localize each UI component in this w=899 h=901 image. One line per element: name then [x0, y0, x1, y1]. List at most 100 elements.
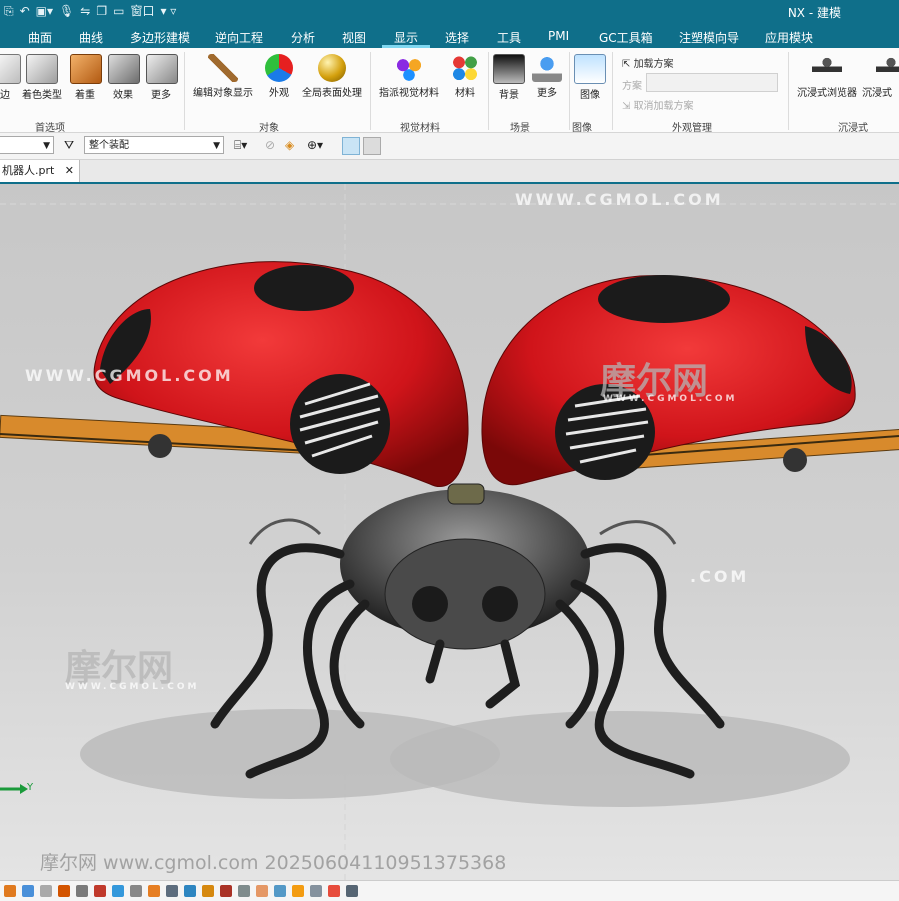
trim-icon[interactable] [292, 885, 304, 897]
title-bar: ⎘ ↶ ▣▾ 🎙 ⇋ ❐ ▭ 窗口 ▾ ▿ NX - 建模 [0, 0, 899, 24]
global-surface-label: 全局表面处理 [302, 88, 362, 99]
immersive-browser-label: 沉浸式浏览器 [797, 88, 857, 99]
menu-item-curve[interactable]: 曲线 [79, 29, 103, 46]
selection-cube-icon[interactable]: ◈ [285, 138, 294, 152]
deselect-icon[interactable]: ⊘ [265, 138, 275, 152]
shade-button[interactable]: 着重 [70, 54, 102, 101]
shaded-toggle-icon[interactable] [363, 137, 381, 155]
select-component-icon[interactable]: ⌸▾ [234, 138, 247, 153]
chevron-down-icon[interactable]: ▾ ▿ [160, 3, 176, 19]
snap-point-icon[interactable]: ⊕▾ [307, 138, 323, 152]
filter-icon[interactable]: ⛛ [64, 138, 74, 153]
load-scheme-button[interactable]: ⇱ 加载方案 [622, 55, 674, 70]
measure-icon[interactable] [328, 885, 340, 897]
mirror-icon[interactable] [184, 885, 196, 897]
intersect-icon[interactable] [238, 885, 250, 897]
menu-item-selection[interactable]: 选择 [445, 29, 469, 46]
effects-cube-icon [108, 54, 140, 84]
window-menu-icon[interactable]: ▭ [113, 3, 124, 19]
offset-icon[interactable] [256, 885, 268, 897]
undo-icon[interactable]: ↶ [20, 3, 30, 19]
save-icon[interactable]: ⎘ [4, 3, 14, 19]
shading-type-button[interactable]: 着色类型 [22, 54, 62, 101]
appearance-button[interactable]: 外观 [262, 54, 296, 99]
wireframe-toggle-icon[interactable] [342, 137, 360, 155]
shading-type-label: 着色类型 [22, 90, 62, 101]
menu-item-view[interactable]: 视图 [342, 29, 366, 46]
subtract-icon[interactable] [220, 885, 232, 897]
light-sphere-icon [532, 54, 562, 82]
chamfer-icon[interactable] [130, 885, 142, 897]
type-filter-select[interactable]: ▼ [0, 136, 54, 154]
extrude-icon[interactable] [58, 885, 70, 897]
watermark-text: WWW.CGMOL.COM [65, 682, 200, 692]
watermark-text: WWW.CGMOL.COM [25, 366, 234, 385]
window-switch-icon[interactable]: ❐ [96, 3, 107, 19]
menu-item-reverse-engineering[interactable]: 逆向工程 [215, 29, 263, 46]
gradient-background-icon [493, 54, 525, 84]
unload-scheme-button[interactable]: ⇲ 取消加载方案 [622, 97, 694, 112]
material-spheres-icon [394, 54, 424, 82]
immersive-button[interactable]: 沉浸式 [862, 54, 899, 99]
effects-button[interactable]: 效果 [108, 54, 140, 101]
robot-face [384, 538, 546, 650]
motor-hub-right [783, 448, 807, 472]
group-label-visual-material: 视觉材料 [400, 123, 440, 134]
edit-object-display-button[interactable]: 编辑对象显示 [192, 54, 254, 99]
edge-button-label: 边 [0, 90, 10, 101]
hole-icon[interactable] [94, 885, 106, 897]
watermark-text: WWW.CGMOL.COM [603, 394, 738, 404]
draft-icon[interactable] [274, 885, 286, 897]
background-button[interactable]: 背景 [492, 54, 526, 101]
shell-icon[interactable] [148, 885, 160, 897]
more-label: 更多 [151, 90, 171, 101]
menu-item-applications[interactable]: 应用模块 [765, 29, 813, 46]
section-icon[interactable] [346, 885, 358, 897]
more-cube-icon [146, 54, 178, 84]
image-button[interactable]: 图像 [573, 54, 607, 101]
assembly-scope-value: 整个装配 [89, 140, 129, 151]
more-scene-button[interactable]: 更多 [530, 54, 564, 99]
menu-item-display[interactable]: 显示 [394, 29, 418, 46]
line-icon[interactable] [22, 885, 34, 897]
more-display-button[interactable]: 更多 [146, 54, 178, 101]
unload-icon: ⇲ [622, 101, 634, 112]
shell-spot [598, 275, 730, 323]
menu-item-analysis[interactable]: 分析 [291, 29, 315, 46]
window-menu-label[interactable]: 窗口 [130, 3, 154, 19]
menu-item-pmi[interactable]: PMI [548, 29, 569, 43]
bottom-toolbar [0, 880, 899, 901]
graphics-viewport[interactable]: Y WWW.CGMOL.COM WWW.CGMOL.COM .COM 摩尔网 摩… [0, 184, 899, 880]
robot-core-panel [447, 483, 485, 505]
material-button[interactable]: 材料 [448, 54, 482, 99]
menu-item-mold-wizard[interactable]: 注塑模向导 [679, 29, 739, 46]
document-tab[interactable]: 机器人.prt ✕ [0, 160, 80, 182]
menu-item-gc-toolbox[interactable]: GC工具箱 [599, 29, 653, 46]
more-scene-label: 更多 [537, 88, 557, 99]
global-surface-finish-button[interactable]: 全局表面处理 [300, 54, 364, 99]
scheme-select[interactable] [646, 73, 778, 92]
menu-item-tools[interactable]: 工具 [497, 29, 521, 46]
arc-icon[interactable] [40, 885, 52, 897]
group-label-appearance-mgmt: 外观管理 [672, 123, 712, 134]
menu-item-polygon-modeling[interactable]: 多边形建模 [130, 29, 190, 46]
blend-icon[interactable] [112, 885, 124, 897]
background-label: 背景 [499, 90, 519, 101]
assembly-scope-select[interactable]: 整个装配 ▼ [84, 136, 224, 154]
assign-visual-material-button[interactable]: 指派视觉材料 [376, 54, 442, 99]
edge-button[interactable]: 边 [0, 54, 22, 101]
sketch-icon[interactable] [4, 885, 16, 897]
menu-item-surface[interactable]: 曲面 [28, 29, 52, 46]
wire-cube-icon [26, 54, 58, 84]
unite-icon[interactable] [202, 885, 214, 897]
revolve-icon[interactable] [76, 885, 88, 897]
pattern-icon[interactable] [166, 885, 178, 897]
cube-icon[interactable]: ▣▾ [36, 3, 53, 19]
window-title: NX - 建模 [787, 6, 841, 20]
unload-scheme-label: 取消加载方案 [633, 101, 694, 112]
microphone-icon[interactable]: 🎙 [59, 3, 74, 19]
sew-icon[interactable] [310, 885, 322, 897]
immersive-browser-button[interactable]: 沉浸式浏览器 [796, 54, 858, 99]
command-finder-icon[interactable]: ⇋ [80, 3, 90, 19]
close-icon[interactable]: ✕ [65, 160, 74, 182]
